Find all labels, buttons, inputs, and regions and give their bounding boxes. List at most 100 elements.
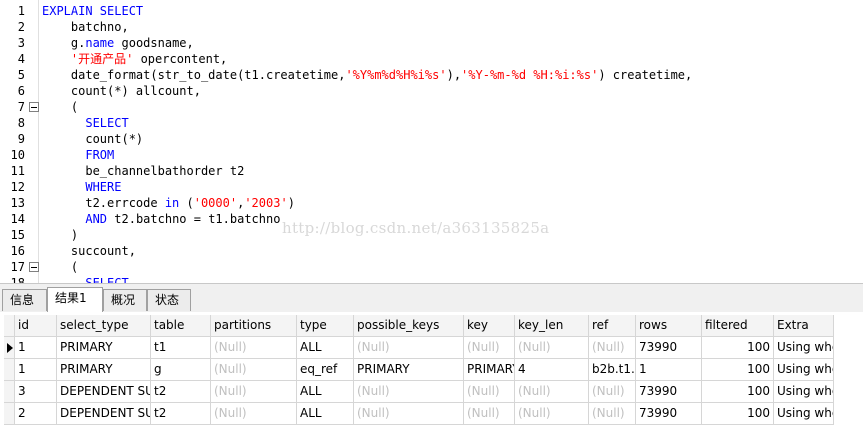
code-line[interactable]: 3 g.name goodsname, — [0, 35, 863, 51]
grid-cell[interactable]: 100 — [702, 381, 774, 403]
grid-cell[interactable]: 4 — [515, 359, 589, 381]
grid-cell[interactable]: Using where — [774, 403, 834, 425]
sql-editor[interactable]: 1 EXPLAIN SELECT 2 batchno, 3 g.name goodsn… — [0, 0, 863, 283]
grid-cell[interactable]: (Null) — [464, 337, 515, 359]
grid-cell[interactable]: 100 — [702, 359, 774, 381]
grid-cell[interactable]: (Null) — [354, 403, 464, 425]
grid-cell[interactable]: (Null) — [211, 337, 297, 359]
fold-collapse-icon[interactable] — [29, 262, 39, 272]
column-header-Extra[interactable]: Extra — [774, 315, 834, 337]
grid-cell[interactable]: PRIMARY — [354, 359, 464, 381]
grid-cell[interactable]: (Null) — [515, 337, 589, 359]
code-line[interactable]: 17 ( — [0, 259, 863, 275]
grid-cell[interactable]: Using where — [774, 337, 834, 359]
grid-cell[interactable]: DEPENDENT SUBQUERY — [57, 381, 151, 403]
code-line[interactable]: 2 batchno, — [0, 19, 863, 35]
fold-collapse-icon[interactable] — [29, 102, 39, 112]
grid-cell[interactable]: Using where — [774, 359, 834, 381]
code-line[interactable]: 18 SELECT — [0, 275, 863, 283]
grid-cell[interactable]: 100 — [702, 337, 774, 359]
grid-cell[interactable]: t2 — [151, 403, 211, 425]
row-selector[interactable] — [4, 381, 15, 403]
grid-cell[interactable]: ALL — [297, 337, 354, 359]
grid-cell[interactable]: Using where — [774, 381, 834, 403]
grid-cell[interactable]: 1 — [636, 359, 702, 381]
grid-cell[interactable]: DEPENDENT SUBQUERY — [57, 403, 151, 425]
result-grid[interactable]: id select_type table partitions type possible… — [0, 312, 863, 436]
grid-cell[interactable]: b2b.t1.l — [589, 359, 636, 381]
grid-cell[interactable]: 1 — [15, 337, 57, 359]
row-selector[interactable] — [4, 359, 15, 381]
tab-0[interactable]: 信息 — [2, 289, 47, 311]
tab-1[interactable]: 结果1 — [47, 287, 103, 313]
grid-cell[interactable]: (Null) — [464, 403, 515, 425]
grid-cell[interactable]: 1 — [15, 359, 57, 381]
code-line[interactable]: 16 succount, — [0, 243, 863, 259]
grid-cell[interactable]: (Null) — [515, 381, 589, 403]
grid-cell[interactable]: ALL — [297, 381, 354, 403]
table-row[interactable]: 2DEPENDENT SUBQUERYt2(Null)ALL(Null)(Nul… — [4, 403, 835, 425]
row-selector[interactable] — [4, 337, 15, 359]
grid-cell[interactable]: ALL — [297, 403, 354, 425]
column-header-partitions[interactable]: partitions — [211, 315, 297, 337]
grid-cell[interactable]: (Null) — [589, 403, 636, 425]
grid-cell[interactable]: (Null) — [211, 381, 297, 403]
code-line[interactable]: 1 EXPLAIN SELECT — [0, 3, 863, 19]
grid-cell[interactable]: eq_ref — [297, 359, 354, 381]
code-line[interactable]: 5 date_format(str_to_date(t1.createtime,… — [0, 67, 863, 83]
grid-cell[interactable]: 100 — [702, 403, 774, 425]
line-number: 2 — [17, 20, 25, 34]
column-header-filtered[interactable]: filtered — [702, 315, 774, 337]
grid-cell[interactable]: (Null) — [464, 381, 515, 403]
code-line[interactable]: 4 '开通产品' opercontent, — [0, 51, 863, 67]
grid-cell[interactable]: (Null) — [515, 403, 589, 425]
grid-cell[interactable]: PRIMARY — [464, 359, 515, 381]
code-line[interactable]: 10 FROM — [0, 147, 863, 163]
row-selector[interactable] — [4, 403, 15, 425]
column-header-type[interactable]: type — [297, 315, 354, 337]
column-header-table[interactable]: table — [151, 315, 211, 337]
table-row[interactable]: 1 PRIMARY g (Null) eq_ref PRIMARY PRIMARY 4 b2b.… — [4, 359, 835, 381]
tab-2[interactable]: 概况 — [103, 289, 147, 311]
sql-token: date_format(str_to_date(t1.createtime, — [42, 68, 346, 82]
column-header-select_type[interactable]: select_type — [57, 315, 151, 337]
code-line[interactable]: 11 be_channelbathorder t2 — [0, 163, 863, 179]
grid-cell[interactable]: (Null) — [354, 337, 464, 359]
column-header-possible_keys[interactable]: possible_keys — [354, 315, 464, 337]
code-line[interactable]: 13 t2.errcode in ('0000','2003') — [0, 195, 863, 211]
column-header-key[interactable]: key — [464, 315, 515, 337]
grid-cell[interactable]: (Null) — [589, 337, 636, 359]
grid-cell[interactable]: (Null) — [589, 381, 636, 403]
table-row[interactable]: 3DEPENDENT SUBQUERYt2(Null)ALL(Null)(Nul… — [4, 381, 835, 403]
sql-keyword: name — [85, 36, 115, 50]
code-text: FROM — [42, 147, 114, 163]
grid-cell[interactable]: t2 — [151, 381, 211, 403]
grid-cell[interactable]: PRIMARY — [57, 359, 151, 381]
code-line[interactable]: 8 SELECT — [0, 115, 863, 131]
code-line[interactable]: 12 WHERE — [0, 179, 863, 195]
column-header-key_len[interactable]: key_len — [515, 315, 589, 337]
table-row[interactable]: 1 PRIMARY t1 (Null) ALL (Null) (Null) (Null) (Nu… — [4, 337, 835, 359]
column-header-rows[interactable]: rows — [636, 315, 702, 337]
code-line[interactable]: 7 ( — [0, 99, 863, 115]
grid-cell[interactable]: 2 — [15, 403, 57, 425]
line-number: 13 — [10, 196, 25, 210]
grid-cell[interactable]: 73990 — [636, 403, 702, 425]
grid-cell[interactable]: 73990 — [636, 337, 702, 359]
grid-cell[interactable]: t1 — [151, 337, 211, 359]
code-line[interactable]: 9 count(*) — [0, 131, 863, 147]
column-header-id[interactable]: id — [15, 315, 57, 337]
grid-cell[interactable]: 3 — [15, 381, 57, 403]
code-line[interactable]: 6 count(*) allcount, — [0, 83, 863, 99]
grid-cell[interactable]: PRIMARY — [57, 337, 151, 359]
tab-3[interactable]: 状态 — [147, 289, 191, 311]
grid-cell[interactable]: (Null) — [354, 381, 464, 403]
grid-cell[interactable]: g — [151, 359, 211, 381]
column-header-ref[interactable]: ref — [589, 315, 636, 337]
grid-cell[interactable]: (Null) — [211, 359, 297, 381]
sql-keyword: AND — [85, 212, 108, 226]
sql-keyword: FROM — [85, 148, 115, 162]
grid-cell[interactable]: (Null) — [211, 403, 297, 425]
grid-cell[interactable]: 73990 — [636, 381, 702, 403]
